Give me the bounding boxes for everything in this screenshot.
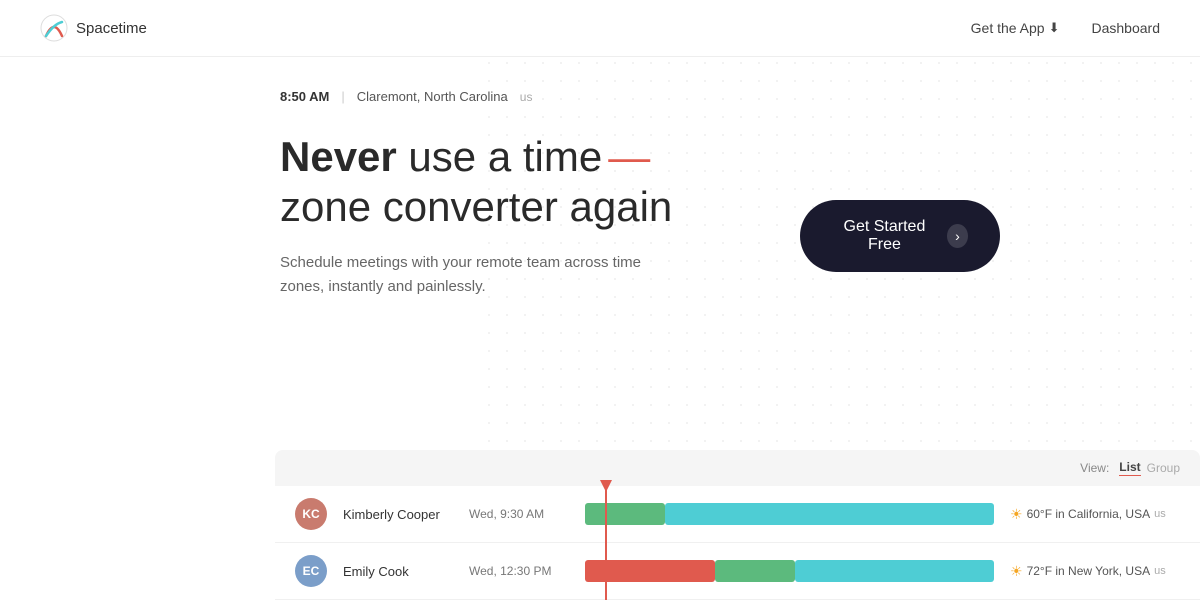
person-time-kimberly: Wed, 9:30 AM [469, 507, 569, 521]
timeline-bar-cyan-2 [795, 560, 994, 582]
timeline-bar-green-1 [585, 503, 665, 525]
cta-button-label: Get Started Free [832, 218, 937, 254]
avatar-initials: EC [295, 555, 327, 587]
spacetime-logo-icon [40, 14, 68, 42]
avatar-kimberly: KC [295, 498, 327, 530]
main-content: 8:50 AM | Claremont, North Carolina us N… [0, 57, 1200, 299]
location-divider: | [341, 89, 344, 104]
person-name-kimberly: Kimberly Cooper [343, 507, 453, 522]
person-name-emily: Emily Cook [343, 564, 453, 579]
nav-links: Get the App ⬇ Dashboard [971, 20, 1160, 36]
schedule-header: View: List Group [275, 450, 1200, 486]
hero-title: Never use a time— zone converter again [280, 132, 840, 233]
person-time-emily: Wed, 12:30 PM [469, 564, 569, 578]
download-icon: ⬇ [1049, 20, 1060, 36]
nav-brand-text: Spacetime [76, 20, 147, 37]
timeline-bar-green-2 [715, 560, 795, 582]
current-time: 8:50 AM [280, 89, 329, 104]
current-time-indicator [605, 486, 607, 600]
schedule-preview: View: List Group KC Kimberly Cooper Wed,… [275, 450, 1200, 600]
avatar-initials: KC [295, 498, 327, 530]
sun-icon-kimberly: ☀ [1010, 506, 1023, 523]
timeline-kimberly [585, 500, 994, 528]
hero-title-rest1: use a time [397, 133, 602, 180]
schedule-body: KC Kimberly Cooper Wed, 9:30 AM ☀ 60°F i… [275, 486, 1200, 600]
view-label: View: [1080, 461, 1109, 475]
location-country: us [520, 90, 533, 104]
sun-icon-emily: ☀ [1010, 563, 1023, 580]
hero-title-rest2: zone converter again [280, 183, 672, 230]
person-location-kimberly: ☀ 60°F in California, USA us [1010, 506, 1180, 523]
country-tag-kimberly: us [1154, 508, 1166, 520]
cta-arrow-icon: › [947, 224, 968, 248]
timeline-emily [585, 557, 994, 585]
schedule-row: EC Emily Cook Wed, 12:30 PM ☀ 72°F in Ne… [275, 543, 1200, 600]
hero-title-dash: — [608, 133, 650, 180]
view-group-button[interactable]: Group [1147, 461, 1180, 475]
hero-title-strong: Never [280, 133, 397, 180]
avatar-emily: EC [295, 555, 327, 587]
location-bar: 8:50 AM | Claremont, North Carolina us [280, 89, 1160, 104]
hero-subtitle: Schedule meetings with your remote team … [280, 251, 660, 299]
nav-logo[interactable]: Spacetime [40, 14, 147, 42]
hero-section: Never use a time— zone converter again S… [280, 132, 840, 299]
dashboard-link[interactable]: Dashboard [1092, 20, 1161, 36]
get-app-link[interactable]: Get the App ⬇ [971, 20, 1060, 36]
timeline-bar-cyan-1 [665, 503, 994, 525]
schedule-row: KC Kimberly Cooper Wed, 9:30 AM ☀ 60°F i… [275, 486, 1200, 543]
location-city: Claremont, North Carolina [357, 89, 508, 104]
view-list-button[interactable]: List [1119, 460, 1140, 476]
get-started-button[interactable]: Get Started Free › [800, 200, 1000, 272]
navbar: Spacetime Get the App ⬇ Dashboard [0, 0, 1200, 57]
country-tag-emily: us [1154, 565, 1166, 577]
person-location-emily: ☀ 72°F in New York, USA us [1010, 563, 1180, 580]
